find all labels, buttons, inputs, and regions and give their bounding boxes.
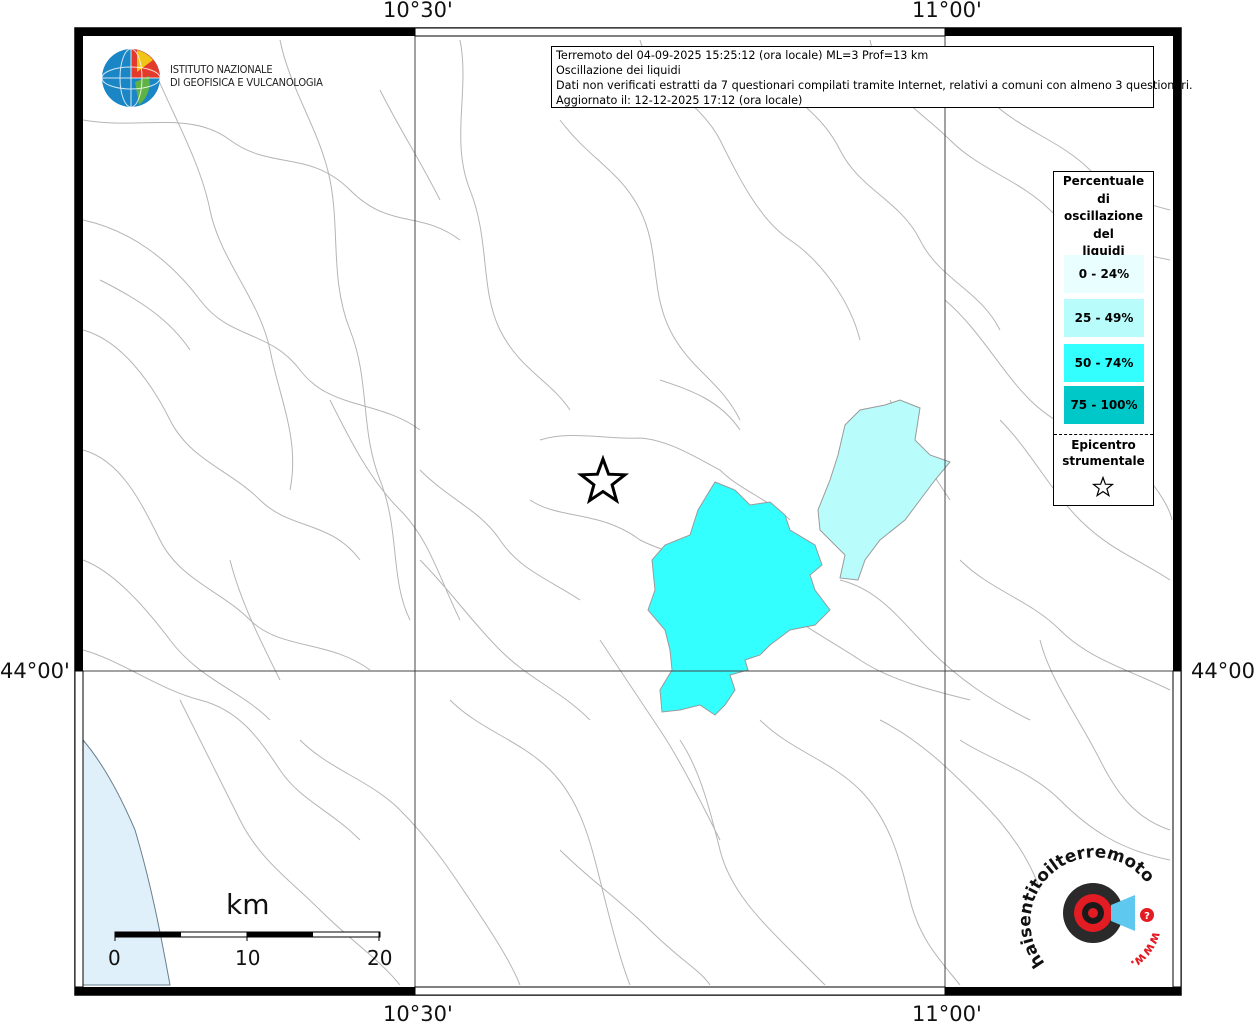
sea-area bbox=[82, 738, 171, 986]
scale-tick-0: 0 bbox=[108, 946, 121, 970]
municipality-25-49[interactable] bbox=[817, 399, 951, 581]
scale-tick-10: 10 bbox=[235, 946, 261, 970]
hst-logo-icon: ? haisentitoilterremoto.it www. bbox=[1015, 842, 1163, 971]
event-updated: Aggiornato il: 12-12-2025 17:12 (ora loc… bbox=[556, 94, 803, 107]
epicenter-star-icon[interactable] bbox=[576, 454, 630, 505]
legend-class-75-100: 75 - 100% bbox=[1064, 386, 1144, 424]
svg-text:?: ? bbox=[1144, 911, 1150, 922]
event-subtitle: Oscillazione dei liquidi bbox=[556, 64, 681, 77]
map-frame bbox=[74, 27, 1182, 996]
lon-label-top-right: 11°00' bbox=[912, 0, 982, 22]
event-data-note: Dati non verificati estratti da 7 questi… bbox=[556, 79, 1193, 92]
legend-class-0-24: 0 - 24% bbox=[1064, 255, 1144, 293]
ingv-logo-icon bbox=[101, 48, 161, 108]
event-info-box: Terremoto del 04-09-2025 15:25:12 (ora l… bbox=[551, 46, 1193, 108]
star-outline-icon bbox=[1092, 476, 1114, 498]
lon-label-bottom-left: 10°30' bbox=[383, 1002, 453, 1026]
legend-class-50-74: 50 - 74% bbox=[1064, 344, 1144, 382]
municipality-50-74[interactable] bbox=[647, 481, 831, 716]
legend-epicenter-label: Epicentro strumentale bbox=[1062, 438, 1145, 468]
legend-separator bbox=[1054, 434, 1153, 435]
scale-unit: km bbox=[226, 888, 270, 921]
lat-label-left: 44°00' bbox=[0, 659, 70, 683]
lon-label-bottom-right: 11°00' bbox=[912, 1002, 982, 1026]
municipal-boundaries bbox=[82, 39, 1173, 986]
event-title: Terremoto del 04-09-2025 15:25:12 (ora l… bbox=[556, 49, 929, 62]
legend-title: Percentuale di oscillazione del liquidi bbox=[1062, 174, 1145, 258]
legend-class-25-49: 25 - 49% bbox=[1064, 299, 1144, 337]
hst-logo-prefix: www. bbox=[1127, 930, 1163, 972]
legend: Percentuale di oscillazione del liquidi … bbox=[1053, 171, 1154, 506]
ingv-logo-text: ISTITUTO NAZIONALE DI GEOFISICA E VULCAN… bbox=[170, 63, 323, 89]
scale-tick-20: 20 bbox=[367, 946, 393, 970]
graticule bbox=[75, 28, 1181, 995]
lat-label-right: 44°00' bbox=[1191, 659, 1256, 683]
map-canvas[interactable]: ? haisentitoilterremoto.it www. bbox=[0, 0, 1256, 1024]
lon-label-top-left: 10°30' bbox=[383, 0, 453, 22]
